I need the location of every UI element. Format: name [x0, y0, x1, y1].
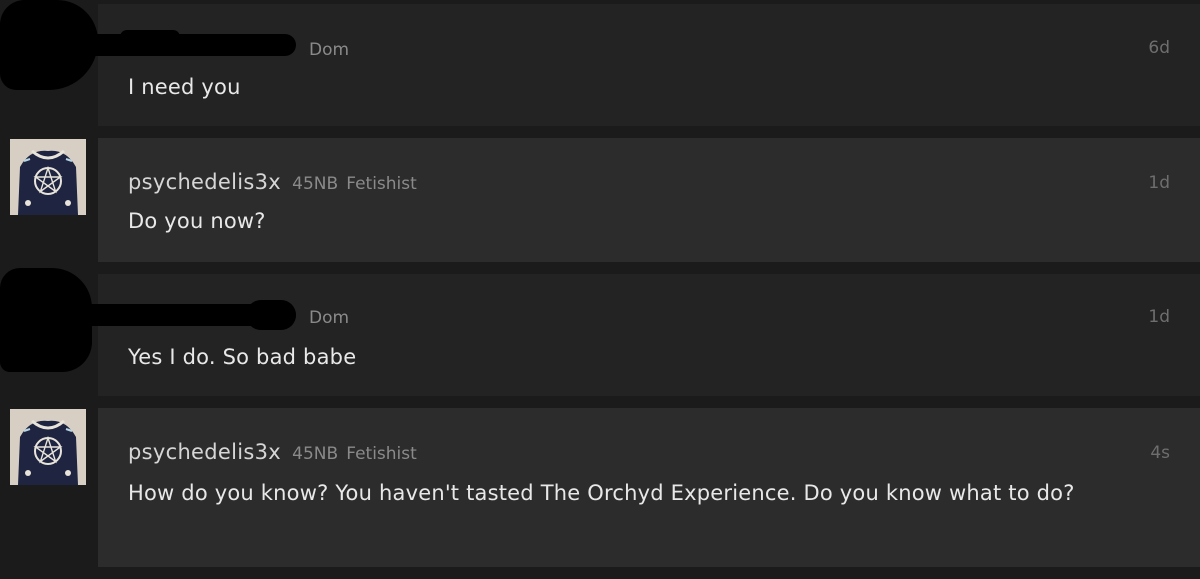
message-item: psychedelis3x 45NB Fetishist 1d Do you n… — [0, 138, 1200, 262]
message-timestamp: 6d — [1148, 38, 1170, 58]
redaction-mark — [120, 30, 180, 44]
sender-username[interactable]: psychedelis3x — [128, 170, 281, 194]
avatar-icon[interactable] — [10, 409, 86, 485]
message-text: Yes I do. So bad babe — [128, 345, 357, 369]
message-text: How do you know? You haven't tasted The … — [128, 481, 1075, 505]
sender-age: 45NB — [292, 174, 339, 194]
message-bubble — [98, 274, 1200, 396]
message-item: psychedelis3x 45NB Fetishist 4s How do y… — [0, 408, 1200, 567]
message-meta: psychedelis3x 45NB Fetishist — [128, 440, 417, 464]
message-timestamp: 4s — [1150, 443, 1170, 463]
sender-role: Fetishist — [346, 444, 417, 464]
sender-role: Dom — [309, 40, 350, 60]
message-meta: psychedelis3x 45NB Fetishist — [128, 170, 417, 194]
message-text: Do you now? — [128, 209, 266, 233]
message-text: I need you — [128, 75, 241, 99]
avatar-icon[interactable] — [10, 139, 86, 215]
message-item: Dom 6d I need you — [0, 0, 1200, 126]
sender-role: Fetishist — [346, 174, 417, 194]
sender-username[interactable]: psychedelis3x — [128, 440, 281, 464]
sender-role: Dom — [309, 308, 350, 328]
sender-age: 45NB — [292, 444, 339, 464]
message-bubble — [98, 138, 1200, 262]
message-timestamp: 1d — [1148, 173, 1170, 193]
redaction-mark — [246, 300, 296, 330]
message-thread: Dom 6d I need you psychedelis3x 45NB Fet… — [0, 0, 1200, 579]
message-item: Dom 1d Yes I do. So bad babe — [0, 268, 1200, 396]
message-timestamp: 1d — [1148, 307, 1170, 327]
message-bubble — [98, 4, 1200, 126]
